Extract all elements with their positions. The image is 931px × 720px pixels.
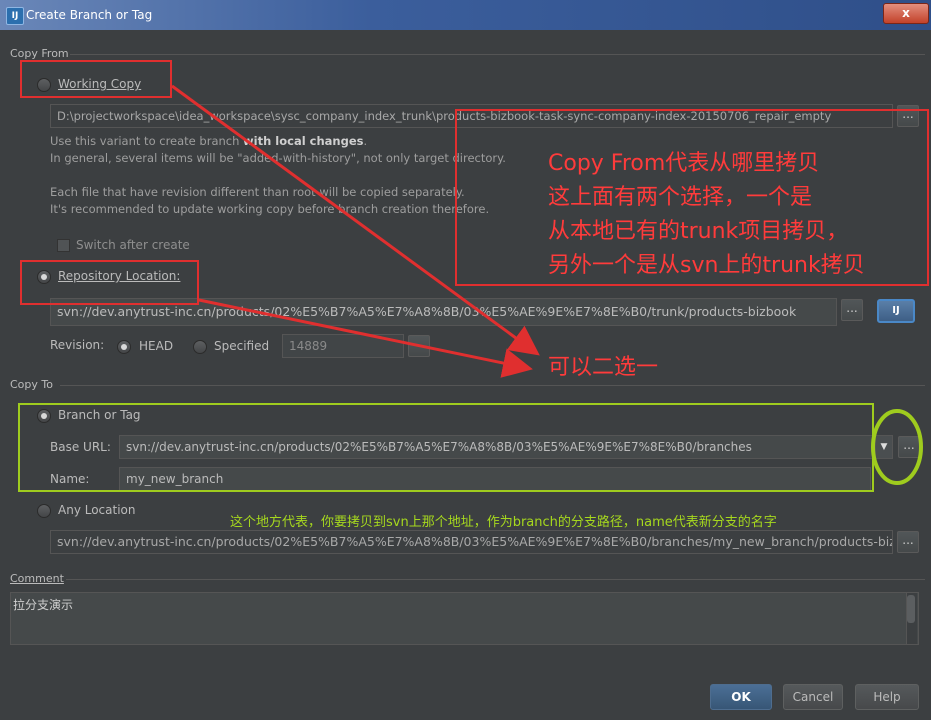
copy-to-note: 这个地方代表，你要拷贝到svn上那个地址，作为branch的分支路径，name代…	[230, 515, 777, 530]
copy-to-highlight	[18, 403, 874, 492]
arrow-from-working-copy	[171, 84, 540, 356]
annotation-arrows	[171, 84, 923, 485]
base-url-circle-highlight	[871, 409, 923, 485]
